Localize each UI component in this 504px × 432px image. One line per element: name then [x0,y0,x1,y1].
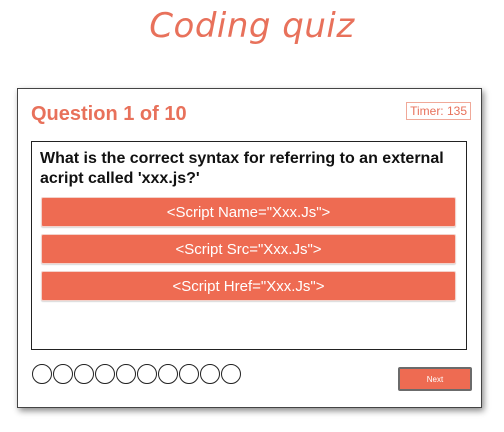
progress-dot [53,364,73,384]
progress-dot [74,364,94,384]
progress-dot [158,364,178,384]
answer-option-2[interactable]: <Script Src="Xxx.Js"> [41,234,456,264]
next-button[interactable]: Next [398,367,472,391]
answer-option-3[interactable]: <Script Href="Xxx.Js"> [41,271,456,301]
question-text: What is the correct syntax for referring… [40,150,444,187]
progress-dot [179,364,199,384]
progress-dot [137,364,157,384]
progress-dot [32,364,52,384]
progress-indicator [32,364,242,384]
app-title: Coding quiz [149,6,355,46]
timer-badge: Timer: 135 [406,102,471,120]
question-panel: What is the correct syntax for referring… [31,141,467,350]
answer-option-1[interactable]: <Script Name="Xxx.Js"> [41,197,456,227]
progress-dot [95,364,115,384]
answer-options: <Script Name="Xxx.Js"> <Script Src="Xxx.… [41,197,456,308]
progress-dot [200,364,220,384]
quiz-card: Question 1 of 10 Timer: 135 What is the … [17,88,482,408]
question-counter: Question 1 of 10 [31,103,187,125]
progress-dot [116,364,136,384]
progress-dot [221,364,241,384]
